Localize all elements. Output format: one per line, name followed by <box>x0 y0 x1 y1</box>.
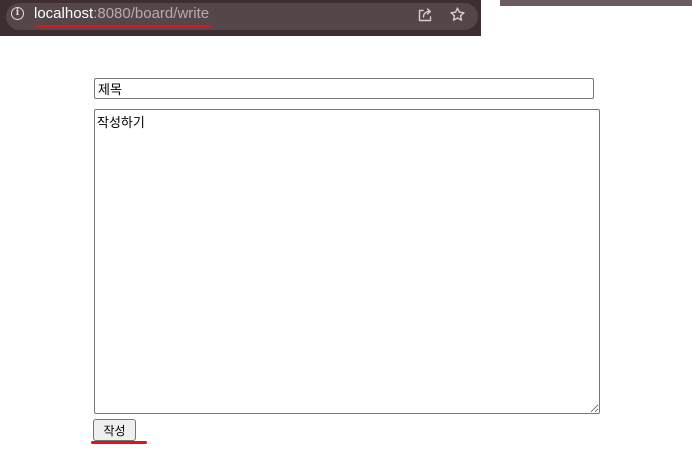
star-icon[interactable] <box>449 6 466 23</box>
share-icon[interactable] <box>417 7 433 23</box>
url-annotation-underline <box>35 25 211 28</box>
page: i localhost:8080/board/write 작성하기 작성 <box>0 0 692 457</box>
info-icon[interactable]: i <box>11 7 24 20</box>
browser-toolbar-edge <box>500 0 692 6</box>
url-text[interactable]: localhost:8080/board/write <box>34 5 209 22</box>
url-path: :8080/board/write <box>93 5 210 22</box>
url-host: localhost <box>34 5 94 22</box>
button-annotation-underline <box>91 441 147 444</box>
submit-button[interactable]: 작성 <box>93 419 136 441</box>
content-textarea[interactable]: 작성하기 <box>94 109 600 414</box>
title-input[interactable] <box>94 78 594 99</box>
browser-toolbar: i localhost:8080/board/write <box>0 0 481 36</box>
